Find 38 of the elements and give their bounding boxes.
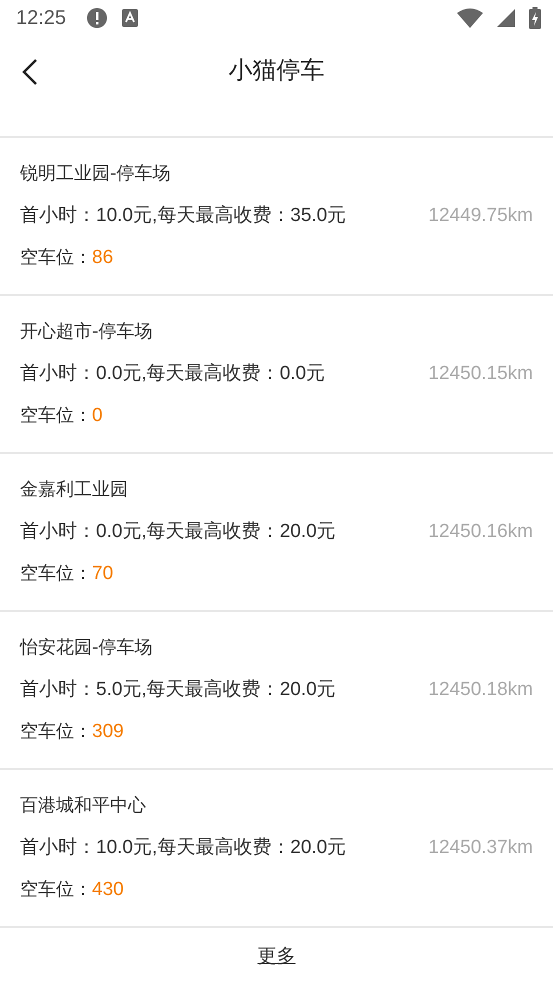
- alert-icon: [86, 7, 108, 29]
- spaces-count: 309: [92, 721, 124, 743]
- page-title: 小猫停车: [228, 55, 324, 86]
- parking-lot-card[interactable]: 金嘉利工业园 首小时：0.0元,每天最高收费：20.0元 空车位：70 12450.16km: [0, 454, 553, 612]
- distance-text: 12449.75km: [428, 205, 533, 227]
- parking-lot-card[interactable]: 开心超市-停车场 首小时：0.0元,每天最高收费：0.0元 空车位：0 12450.15km: [0, 296, 553, 454]
- parking-lot-name: 金嘉利工业园: [20, 479, 129, 501]
- spaces-label: 空车位：: [20, 247, 92, 269]
- spaces-count: 86: [92, 247, 114, 269]
- spaces-label: 空车位：: [20, 879, 92, 901]
- parking-lot-card[interactable]: 锐明工业园-停车场 首小时：10.0元,每天最高收费：35.0元 空车位：86 12449.75km: [0, 138, 553, 296]
- wifi-icon: [457, 8, 483, 28]
- fee-text: 首小时：5.0元,每天最高收费：20.0元: [20, 679, 337, 701]
- distance-text: 12450.15km: [428, 363, 533, 385]
- fee-text: 首小时：0.0元,每天最高收费：0.0元: [20, 363, 326, 385]
- battery-icon: [529, 7, 541, 29]
- fee-text: 首小时：10.0元,每天最高收费：35.0元: [20, 205, 348, 227]
- fee-text: 首小时：0.0元,每天最高收费：20.0元: [20, 521, 337, 543]
- parking-lot-card[interactable]: 百港城和平中心 首小时：10.0元,每天最高收费：20.0元 空车位：430 12450.37km: [0, 770, 553, 928]
- keyboard-icon: [122, 9, 138, 27]
- spaces-label: 空车位：: [20, 721, 92, 743]
- status-time: 12:25: [16, 6, 66, 30]
- fee-text: 首小时：10.0元,每天最高收费：20.0元: [20, 837, 348, 859]
- distance-text: 12450.16km: [428, 521, 533, 543]
- spaces-label: 空车位：: [20, 563, 92, 585]
- signal-icon: [497, 9, 515, 27]
- parking-lot-name: 怡安花园-停车场: [20, 637, 154, 659]
- more-link[interactable]: 更多: [258, 943, 296, 969]
- parking-lot-name: 百港城和平中心: [20, 795, 147, 817]
- spaces-count: 70: [92, 563, 114, 585]
- parking-lot-name: 开心超市-停车场: [20, 321, 154, 343]
- spaces-label: 空车位：: [20, 405, 92, 427]
- parking-lot-name: 锐明工业园-停车场: [20, 163, 172, 185]
- distance-text: 12450.18km: [428, 679, 533, 701]
- spaces-count: 430: [92, 879, 124, 901]
- distance-text: 12450.37km: [428, 837, 533, 859]
- spaces-count: 0: [92, 405, 103, 427]
- parking-lot-card[interactable]: 怡安花园-停车场 首小时：5.0元,每天最高收费：20.0元 空车位：309 12450.18km: [0, 612, 553, 770]
